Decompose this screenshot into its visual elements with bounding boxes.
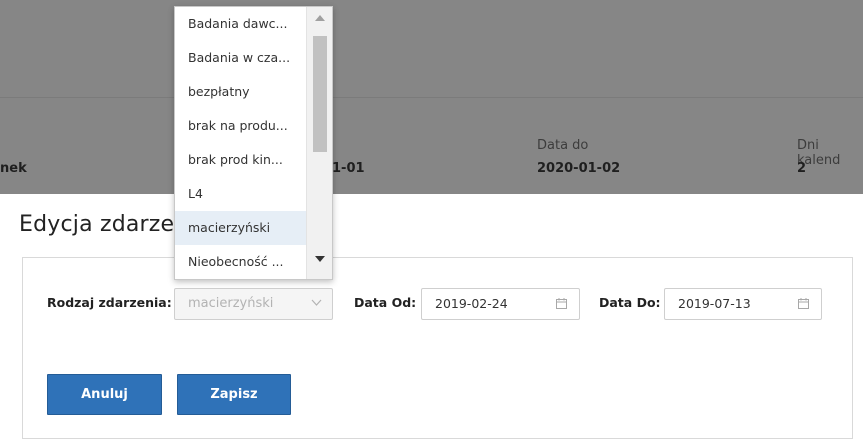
chevron-down-icon [311,297,322,310]
dropdown-option[interactable]: bezpłatny [175,75,307,109]
date-to-label: Data Do: [599,295,661,310]
scroll-thumb[interactable] [313,36,327,152]
background-col3-value: 2020-01-02 [537,161,621,176]
dropdown-option[interactable]: Badania w cza... [175,41,307,75]
dropdown-option[interactable]: L4 [175,177,307,211]
scroll-down-arrow-icon[interactable] [307,255,332,275]
background-divider [0,97,863,98]
calendar-icon[interactable] [798,298,809,309]
scroll-up-arrow-icon[interactable] [307,9,332,29]
event-type-label: Rodzaj zdarzenia: [47,295,172,310]
dropdown-option[interactable]: brak prod kin... [175,143,307,177]
background-col1-value: nek [0,161,27,176]
background-col3-label: Data do [537,138,589,153]
event-type-dropdown-list: Badania dawc... Badania w cza... bezpłat… [174,6,333,280]
date-from-label: Data Od: [354,295,417,310]
save-button[interactable]: Zapisz [177,374,291,415]
dropdown-scrollbar[interactable] [306,7,332,279]
background-overlay: nek 1-01 Data do 2020-01-02 Dni kalend 2 [0,0,863,194]
calendar-icon[interactable] [556,298,567,309]
dropdown-option[interactable]: Badania dawc... [175,7,307,41]
cancel-button[interactable]: Anuluj [47,374,162,415]
date-from-input[interactable]: 2019-02-24 [421,288,580,320]
modal-title: Edycja zdarze [19,212,175,237]
dropdown-option[interactable]: brak na produ... [175,109,307,143]
background-col4-value: 2 [797,161,807,176]
dropdown-option[interactable]: Nieobecność ... [175,245,307,279]
date-to-input[interactable]: 2019-07-13 [664,288,822,320]
background-col2-value: 1-01 [332,161,365,176]
dropdown-option-selected[interactable]: macierzyński [175,211,307,245]
date-from-value: 2019-02-24 [435,296,508,311]
event-type-select-value: macierzyński [188,296,274,311]
background-col4-label: Dni kalend [797,138,841,168]
event-type-select[interactable]: macierzyński [174,288,333,320]
date-to-value: 2019-07-13 [678,296,751,311]
